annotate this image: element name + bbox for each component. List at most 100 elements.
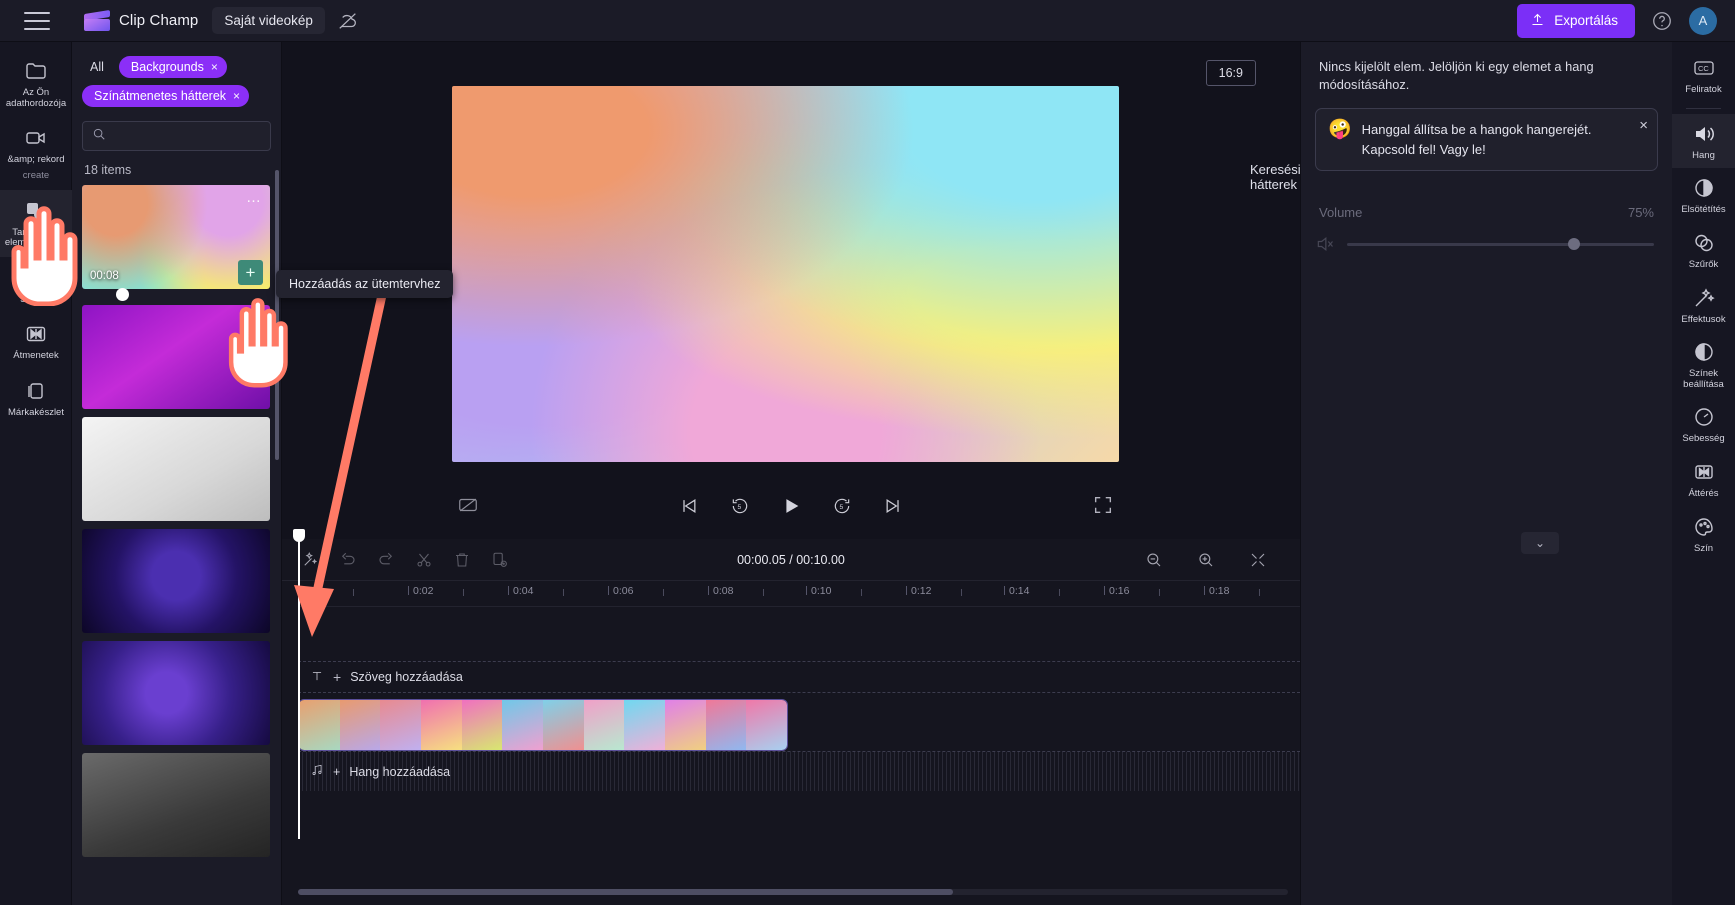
right-rail-item-captions[interactable]: CC Feliratok [1672,48,1735,103]
fit-icon[interactable] [1246,548,1270,572]
video-camera-icon [24,126,48,150]
volume-slider[interactable] [1347,238,1654,251]
duplicate-icon[interactable] [488,548,512,572]
search-input[interactable] [113,129,261,143]
export-button[interactable]: Exportálás [1517,3,1635,38]
project-name-field[interactable]: Saját videokép [212,7,325,34]
text-icon [24,266,48,290]
close-icon[interactable]: × [1639,117,1648,134]
sidebar-item-brand-kit[interactable]: Márkakészlet [0,370,72,427]
playhead[interactable] [293,529,305,839]
volume-label: Volume [1319,205,1363,221]
sidebar-item-content-library[interactable]: Tartalomtár elemeinek tára [0,189,72,257]
speaker-mute-icon[interactable] [1315,234,1335,254]
library-thumbnail[interactable] [82,529,270,633]
jump-to-end-button[interactable] [881,494,905,518]
timeline-scrollbar[interactable] [298,889,1288,895]
brand-name: Clip Champ [119,12,199,29]
right-rail-item-speed[interactable]: Sebesség [1672,397,1735,452]
video-preview-canvas[interactable] [452,86,1119,462]
ruler-tick-label: 0:06 [613,585,634,597]
magic-wand-icon[interactable] [298,548,322,572]
svg-text:CC: CC [1698,64,1709,73]
ruler-tick-label: 0:02 [413,585,434,597]
library-thumbnail[interactable] [82,753,270,857]
volume-control [1315,234,1654,254]
undo-icon[interactable] [336,548,360,572]
right-rail-item-color-adjust[interactable]: Színek beállítása [1672,332,1735,397]
right-rail-item-label: Elsötétítés [1681,204,1726,216]
fullscreen-icon[interactable] [1092,494,1114,516]
sidebar-item-record-create[interactable]: &amp; rekord create [0,117,72,189]
library-scrollbar[interactable] [275,170,279,460]
chip-backgrounds[interactable]: Backgrounds × [118,56,227,78]
tooltip: Hozzáadás az ütemtervhez [276,270,454,298]
zoom-out-icon[interactable] [1142,548,1166,572]
sidebar-item-media[interactable]: Az Ön adathordozója [0,50,72,117]
add-audio-track[interactable]: + Hang hozzáadása [298,751,1300,791]
search-box[interactable] [82,121,271,151]
preview-scrub-handle[interactable] [116,288,129,301]
video-clip[interactable] [298,699,788,751]
speaker-icon [1692,122,1716,146]
right-rail-item-fade[interactable]: Elsötétítés [1672,168,1735,223]
ruler-tick-label: 0:10 [811,585,832,597]
time-separator: / [785,552,797,567]
trash-icon[interactable] [450,548,474,572]
aspect-ratio-button[interactable]: 16:9 [1205,60,1256,86]
right-rail-item-effects[interactable]: Effektusok [1672,278,1735,333]
chip-gradient-backgrounds[interactable]: Színátmenetes hátterek × [82,85,250,107]
library-thumbnail[interactable] [82,305,270,409]
text-icon [310,669,324,686]
right-rail-item-label: Effektusok [1681,313,1726,325]
library-thumbnail[interactable] [82,641,270,745]
close-icon[interactable]: × [211,60,218,74]
forward-5s-button[interactable]: 5 [830,494,854,518]
zoom-in-icon[interactable] [1194,548,1218,572]
timeline-ruler[interactable]: 0 0:02 0:04 0:06 0:08 0:10 0:12 0:14 0:1… [298,581,1300,607]
thumbnail-duration: 00:08 [90,270,119,282]
brand-kit-icon [24,379,48,403]
thumbnail-grid: … 00:08 + [72,185,281,857]
chip-all[interactable]: All [82,56,112,78]
callout-text: Hanggal állítsa be a hangok hangerejét. … [1361,122,1592,157]
add-to-timeline-button[interactable]: + [238,260,263,285]
palette-icon [1692,515,1716,539]
export-button-label: Exportálás [1554,13,1618,28]
right-rail-item-transition[interactable]: Áttérés [1672,452,1735,507]
right-rail-item-filters[interactable]: Szűrők [1672,223,1735,278]
right-rail-item-color[interactable]: Szín [1672,507,1735,562]
scrollbar-thumb[interactable] [298,889,953,895]
more-options-icon[interactable]: … [246,189,262,206]
plus-icon: + [333,669,342,685]
close-icon[interactable]: × [233,89,240,103]
content-library-icon [24,199,48,223]
no-selection-message: Nincs kijelölt elem. Jelöljön ki egy ele… [1319,59,1594,93]
add-text-track[interactable]: + Szöveg hozzáadása [298,661,1300,693]
redo-icon[interactable] [374,548,398,572]
library-thumbnail[interactable]: … 00:08 + [82,185,270,289]
scissors-icon[interactable] [412,548,436,572]
sidebar-item-transitions[interactable]: Átmenetek [0,313,72,370]
hamburger-icon[interactable] [24,11,50,30]
play-button[interactable] [779,494,803,518]
rewind-5s-button[interactable]: 5 [728,494,752,518]
jump-to-start-button[interactable] [677,494,701,518]
slider-handle[interactable] [1568,238,1581,251]
help-circle-icon[interactable] [1651,10,1673,32]
library-thumbnail[interactable] [82,417,270,521]
transitions-icon [24,322,48,346]
properties-panel: Nincs kijelölt elem. Jelöljön ki egy ele… [1300,42,1672,905]
sidebar-item-label: &amp; rekord [7,154,65,166]
avatar[interactable]: A [1689,6,1717,35]
brand[interactable]: Clip Champ [84,9,199,32]
right-rail-item-label: Sebesség [1682,433,1725,445]
properties-collapse-chevron-icon[interactable]: ⌄ [1521,532,1559,554]
top-bar-actions: Exportálás A [1517,3,1717,38]
transport-controls: 5 5 [282,482,1300,530]
sidebar-item-text[interactable]: Szöveg [0,257,72,314]
right-rail-item-audio[interactable]: Hang [1672,113,1735,169]
timeline-tracks: + Szöveg hozzáadása + Hang hozzáadása [298,661,1300,791]
timeline-toolbar: 00:00.05 / 00:10.00 [282,539,1300,581]
ruler-tick-label: 0:08 [713,585,734,597]
